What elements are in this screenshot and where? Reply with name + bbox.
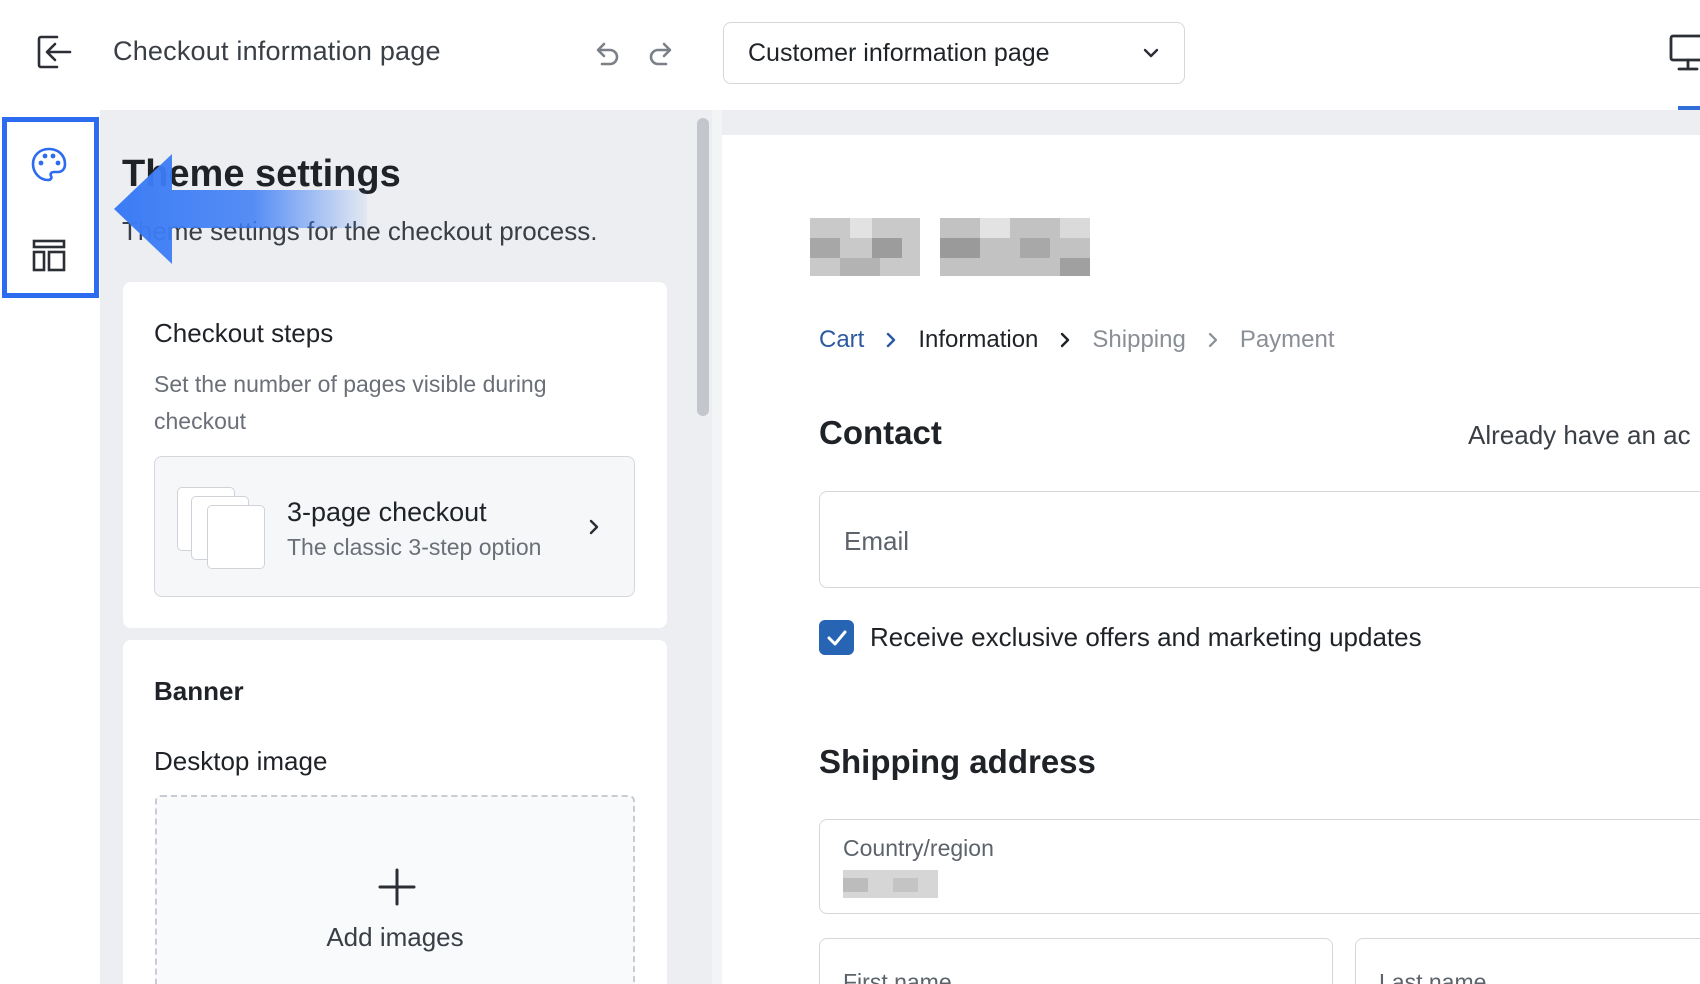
email-field[interactable]: Email bbox=[819, 491, 1700, 588]
checkout-steps-option[interactable]: 3-page checkout The classic 3-step optio… bbox=[154, 456, 635, 597]
pages-stack-icon bbox=[177, 487, 269, 569]
marketing-opt-in-row: Receive exclusive offers and marketing u… bbox=[819, 620, 1422, 655]
redo-icon bbox=[649, 42, 672, 66]
checkout-breadcrumb: Cart Information Shipping Payment bbox=[819, 326, 1335, 354]
country-value-redacted bbox=[843, 870, 938, 898]
tutorial-arrow-icon bbox=[114, 154, 367, 264]
rail-highlight-box bbox=[2, 117, 99, 298]
last-name-label: Last name bbox=[1379, 969, 1487, 984]
first-name-field[interactable]: First name bbox=[819, 938, 1333, 984]
plus-icon bbox=[378, 868, 416, 906]
chevron-right-icon bbox=[887, 332, 896, 348]
country-region-select[interactable]: Country/region bbox=[819, 819, 1700, 914]
exit-editor-button[interactable] bbox=[34, 32, 74, 72]
shipping-section-title: Shipping address bbox=[819, 743, 1096, 780]
login-prompt-link[interactable]: Already have an ac bbox=[1468, 420, 1691, 451]
top-bar: Checkout information page Customer infor… bbox=[0, 0, 1700, 110]
chevron-right-icon bbox=[1208, 332, 1217, 348]
banner-heading: Banner bbox=[154, 676, 244, 706]
panel-scroll-thumb[interactable] bbox=[697, 118, 709, 416]
last-name-field[interactable]: Last name bbox=[1355, 938, 1700, 984]
undo-button[interactable] bbox=[588, 34, 624, 70]
desktop-icon bbox=[1669, 34, 1700, 71]
breadcrumb-information: Information bbox=[918, 326, 1039, 353]
chevron-down-icon bbox=[1143, 48, 1159, 58]
exit-editor-icon bbox=[37, 35, 72, 69]
option-title: 3-page checkout bbox=[287, 497, 487, 527]
marketing-opt-in-label: Receive exclusive offers and marketing u… bbox=[870, 622, 1422, 652]
add-images-dropzone[interactable]: Add images bbox=[155, 795, 635, 984]
chevron-right-icon bbox=[589, 519, 599, 535]
chevron-right-icon bbox=[1061, 332, 1070, 348]
option-subtitle: The classic 3-step option bbox=[287, 534, 542, 560]
first-name-label: First name bbox=[843, 969, 952, 984]
checkout-steps-heading: Checkout steps bbox=[154, 318, 334, 348]
breadcrumb-cart[interactable]: Cart bbox=[819, 326, 864, 354]
desktop-view-button[interactable] bbox=[1668, 30, 1700, 74]
breadcrumb-shipping: Shipping bbox=[1092, 326, 1186, 353]
undo-icon bbox=[596, 42, 619, 66]
page-name: Checkout information page bbox=[113, 36, 441, 66]
contact-section-title: Contact bbox=[819, 414, 942, 451]
marketing-opt-in-checkbox[interactable] bbox=[819, 620, 854, 655]
store-logo bbox=[810, 218, 1090, 276]
panel-divider bbox=[712, 110, 722, 984]
page-select-value: Customer information page bbox=[748, 38, 1050, 67]
desktop-image-label: Desktop image bbox=[154, 746, 328, 776]
redo-button[interactable] bbox=[644, 34, 680, 70]
country-region-label: Country/region bbox=[843, 835, 994, 861]
checkout-steps-description: Set the number of pages visible during c… bbox=[154, 371, 547, 434]
page-select-dropdown[interactable]: Customer information page bbox=[723, 22, 1185, 84]
add-images-label: Add images bbox=[326, 922, 464, 952]
email-placeholder: Email bbox=[844, 526, 910, 556]
checkmark-icon bbox=[827, 630, 846, 645]
breadcrumb-payment: Payment bbox=[1239, 326, 1335, 353]
